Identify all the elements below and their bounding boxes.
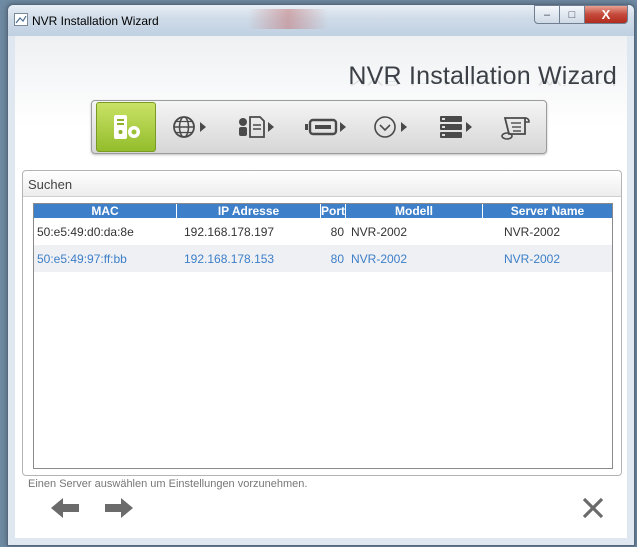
step-time[interactable] <box>364 101 422 153</box>
back-button[interactable] <box>51 497 81 519</box>
maximize-button[interactable]: □ <box>559 5 585 24</box>
column-header-model[interactable]: Modell <box>346 204 483 218</box>
step-account[interactable] <box>228 101 288 153</box>
step-server[interactable] <box>430 101 486 153</box>
title-bar[interactable]: NVR Installation Wizard – □ X <box>8 5 634 36</box>
cell-model: NVR-2002 <box>351 224 408 239</box>
search-panel-label: Suchen <box>28 177 73 192</box>
step-nvr-settings[interactable] <box>96 102 156 152</box>
column-header-mac[interactable]: MAC <box>34 204 177 218</box>
server-table: MAC IP Adresse Port Modell Server Name 5… <box>33 203 613 469</box>
cell-mac: 50:e5:49:d0:da:8e <box>37 224 134 239</box>
user-document-icon <box>239 116 274 138</box>
window-title: NVR Installation Wizard <box>32 14 159 28</box>
wizard-heading-reflection: NVR Installation Wizard <box>348 75 617 88</box>
title-bar-blur <box>248 9 328 29</box>
cell-port: 80 <box>330 224 344 239</box>
minimize-button[interactable]: – <box>534 5 560 24</box>
step-network[interactable] <box>164 101 220 153</box>
cell-model: NVR-2002 <box>351 251 408 266</box>
close-icon <box>582 497 604 519</box>
disk-drive-icon <box>305 118 346 136</box>
wizard-step-bar <box>91 100 547 154</box>
step-storage[interactable] <box>296 101 358 153</box>
arrow-right-icon <box>105 498 133 518</box>
status-text: Einen Server auswählen um Einstellungen … <box>28 478 308 490</box>
table-row[interactable]: 50:e5:49:97:ff:bb 192.168.178.153 80 NVR… <box>34 245 612 272</box>
search-panel-header: Suchen <box>23 171 621 197</box>
search-panel: Suchen MAC IP Adresse Port Modell Server… <box>22 170 622 476</box>
cell-ip: 192.168.178.153 <box>184 251 275 266</box>
column-header-server-name[interactable]: Server Name <box>483 204 612 218</box>
step-finish[interactable] <box>492 101 540 153</box>
app-icon <box>14 13 28 26</box>
cancel-wizard-button[interactable] <box>579 494 607 522</box>
table-header: MAC IP Adresse Port Modell Server Name <box>34 204 612 218</box>
arrow-left-icon <box>51 498 79 518</box>
wizard-content: NVR Installation Wizard NVR Installation… <box>15 36 627 538</box>
window-controls: – □ X <box>534 5 628 24</box>
wizard-window: NVR Installation Wizard – □ X NVR Instal… <box>7 4 635 546</box>
cell-port: 80 <box>330 251 344 266</box>
cell-server-name: NVR-2002 <box>504 224 561 239</box>
finish-scroll-icon <box>501 117 530 140</box>
column-header-port[interactable]: Port <box>321 204 346 218</box>
cell-server-name: NVR-2002 <box>504 251 561 266</box>
close-window-button[interactable]: X <box>584 5 628 24</box>
cell-mac: 50:e5:49:97:ff:bb <box>37 251 127 266</box>
clock-icon <box>374 116 407 138</box>
nvr-settings-icon <box>114 115 140 139</box>
column-header-ip[interactable]: IP Adresse <box>177 204 321 218</box>
server-rack-icon <box>440 116 472 138</box>
next-button[interactable] <box>103 497 133 519</box>
globe-icon <box>173 116 206 138</box>
cell-ip: 192.168.178.197 <box>184 224 275 239</box>
table-row[interactable]: 50:e5:49:d0:da:8e 192.168.178.197 80 NVR… <box>34 218 612 245</box>
